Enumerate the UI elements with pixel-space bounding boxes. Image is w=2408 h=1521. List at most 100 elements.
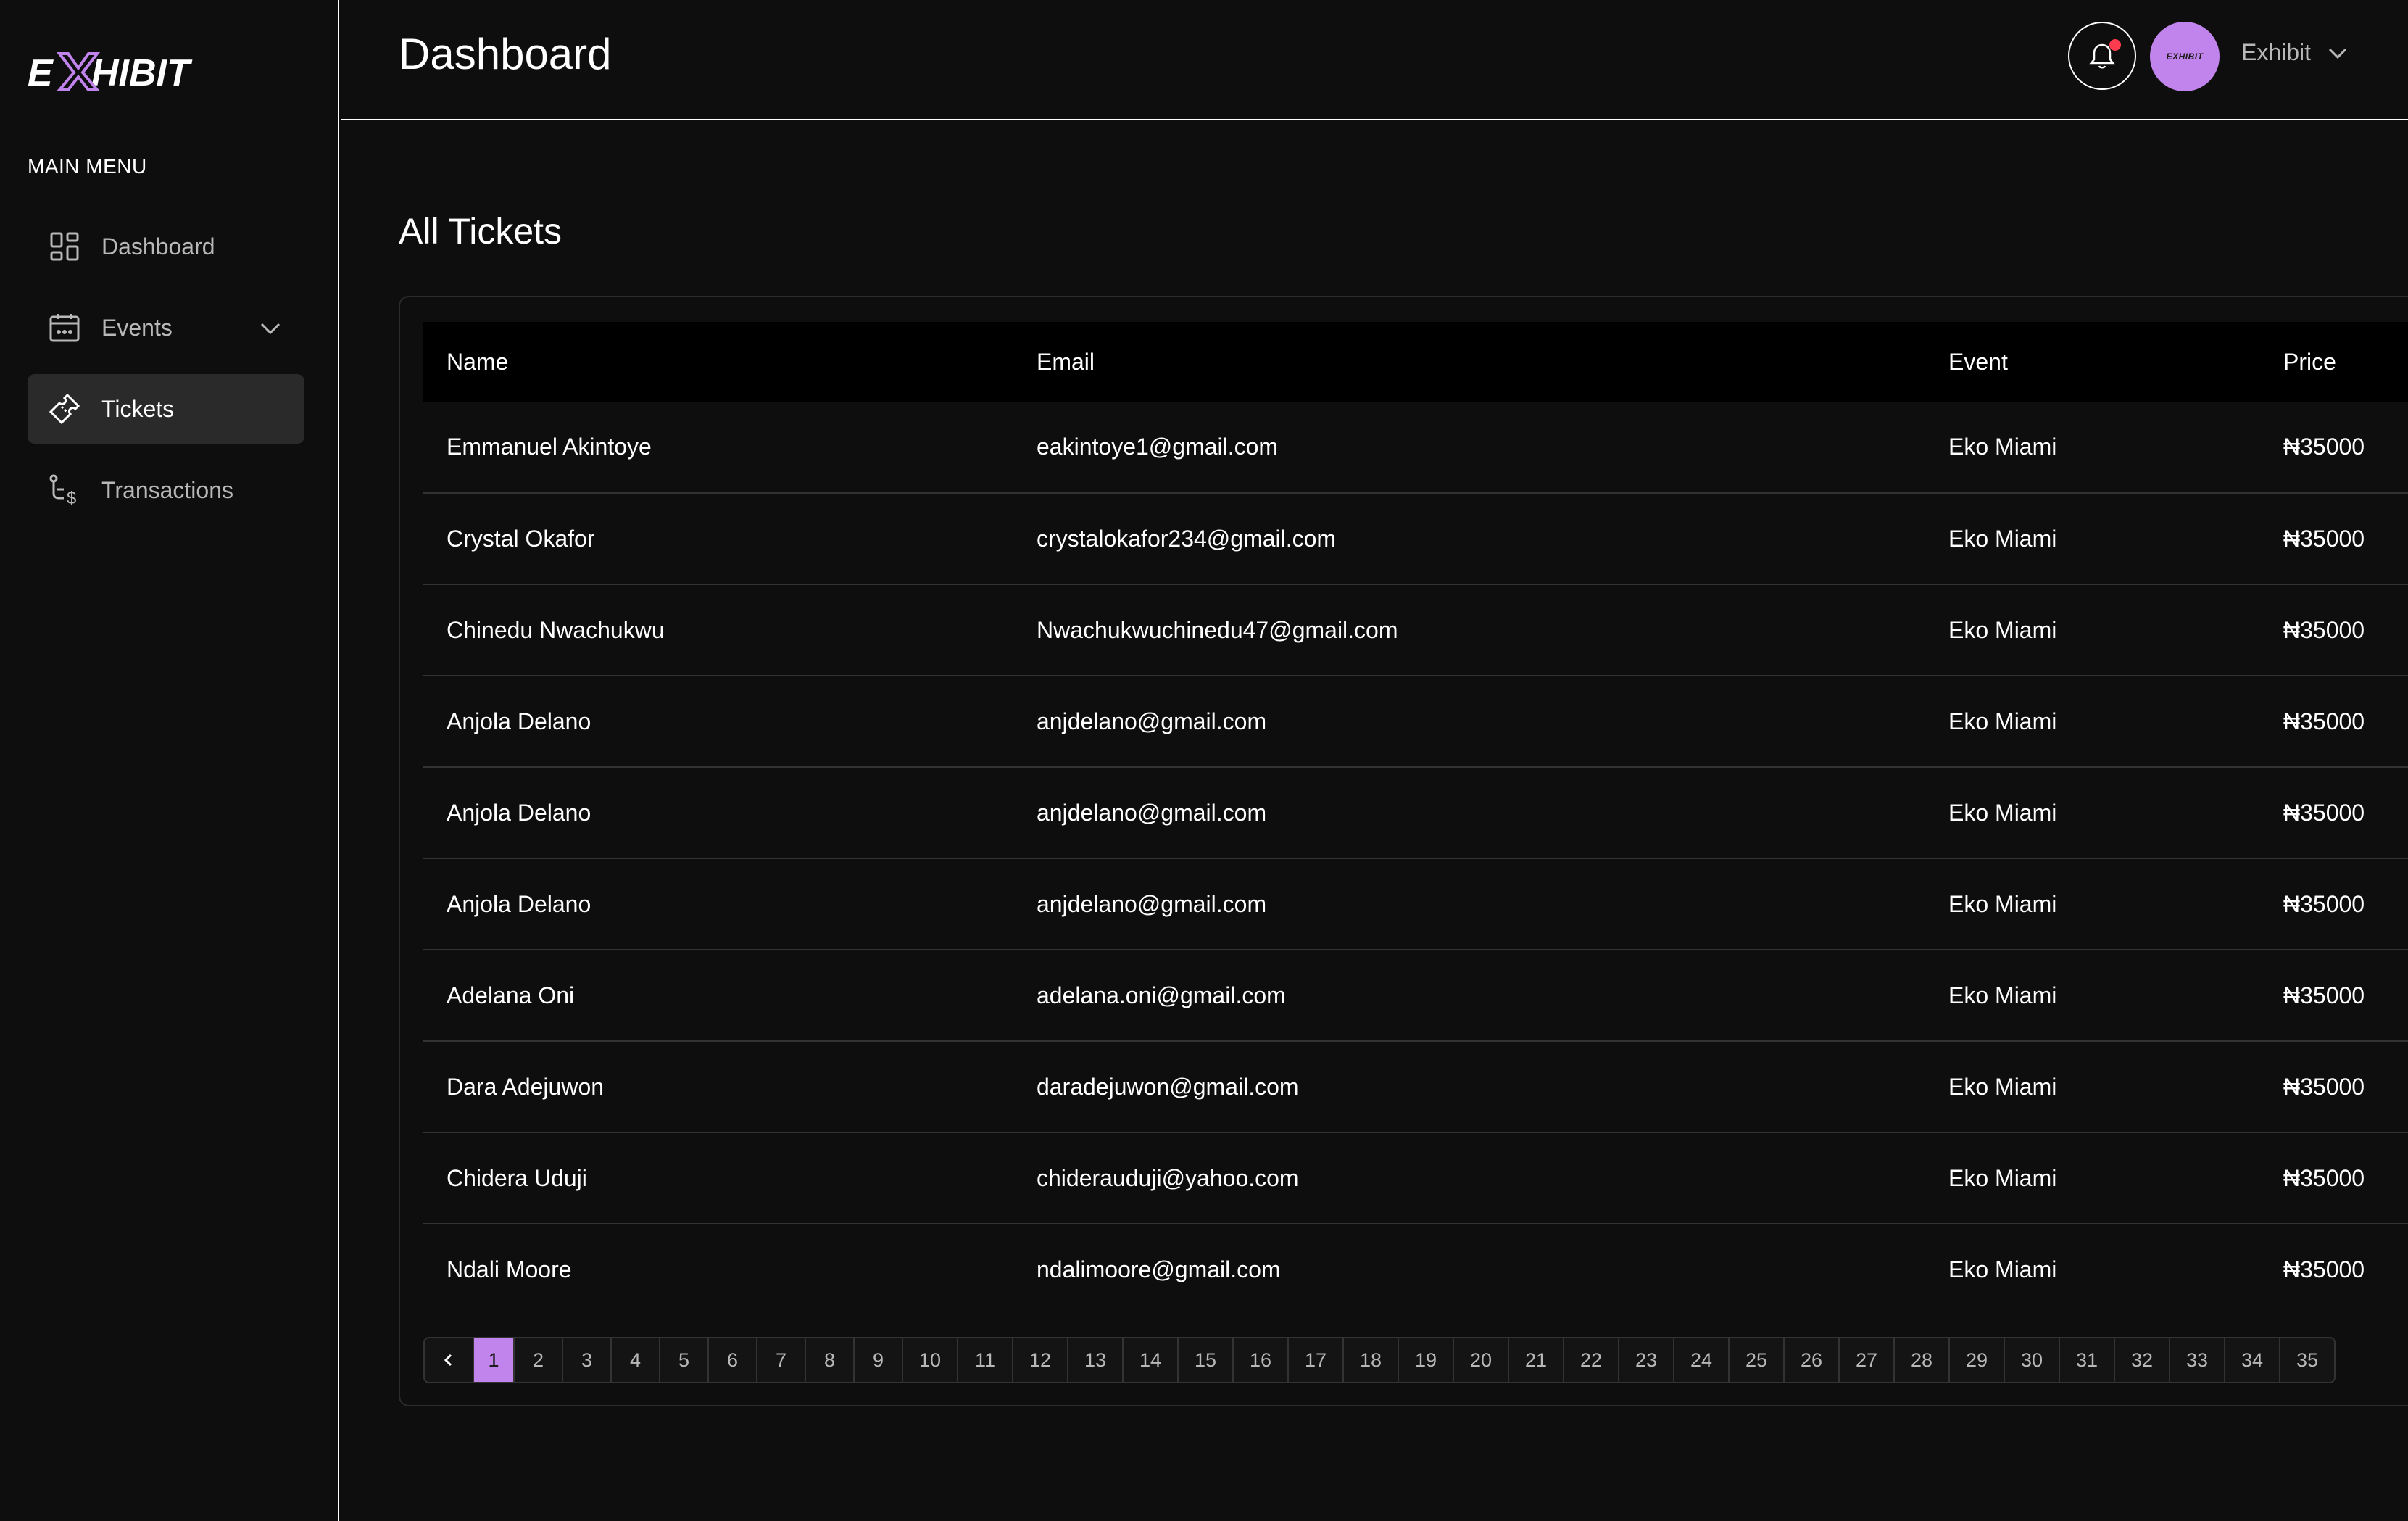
page-button-9[interactable]: 9: [853, 1338, 902, 1382]
page-button-24[interactable]: 24: [1673, 1338, 1728, 1382]
exhibit-logo[interactable]: E HIBIT: [28, 49, 238, 93]
sidebar-item-label: Dashboard: [101, 233, 215, 260]
sidebar-item-dashboard[interactable]: Dashboard: [28, 212, 304, 281]
cell-email: anjdelano@gmail.com: [1013, 767, 1925, 859]
sidebar-item-label: Events: [101, 314, 173, 341]
page-button-22[interactable]: 22: [1563, 1338, 1618, 1382]
page-button-6[interactable]: 6: [707, 1338, 756, 1382]
column-header-name[interactable]: Name: [423, 322, 1013, 402]
table-row[interactable]: Chidera Uduji chiderauduji@yahoo.com Eko…: [423, 1132, 2408, 1224]
cell-event: Eko Miami: [1925, 584, 2260, 676]
sidebar-item-events[interactable]: Events: [28, 293, 304, 362]
table-row[interactable]: Anjola Delano anjdelano@gmail.com Eko Mi…: [423, 676, 2408, 768]
page-button-16[interactable]: 16: [1232, 1338, 1287, 1382]
cell-price: ₦35000: [2260, 858, 2408, 950]
grid-icon: [48, 230, 81, 263]
cell-event: Eko Miami: [1925, 1132, 2260, 1224]
page-button-5[interactable]: 5: [659, 1338, 707, 1382]
tickets-table: Name Email Event Price Emmanuel Akintoye…: [423, 322, 2408, 1315]
page-button-28[interactable]: 28: [1893, 1338, 1948, 1382]
page-button-18[interactable]: 18: [1342, 1338, 1398, 1382]
page-button-29[interactable]: 29: [1948, 1338, 2004, 1382]
page-button-12[interactable]: 12: [1012, 1338, 1067, 1382]
cell-name: Crystal Okafor: [423, 493, 1013, 585]
previous-page-button[interactable]: [425, 1338, 473, 1382]
page-title: Dashboard: [399, 30, 612, 78]
user-name: Exhibit: [2241, 39, 2312, 65]
cell-email: eakintoye1@gmail.com: [1013, 402, 1925, 494]
page-button-35[interactable]: 35: [2279, 1338, 2334, 1382]
sidebar-item-label: Transactions: [101, 476, 233, 503]
page-button-4[interactable]: 4: [610, 1338, 659, 1382]
cell-name: Adelana Oni: [423, 950, 1013, 1042]
cell-price: ₦35000: [2283, 1256, 2365, 1282]
cell-event: Eko Miami: [1925, 1041, 2260, 1133]
page-button-8[interactable]: 8: [805, 1338, 853, 1382]
page-button-26[interactable]: 26: [1783, 1338, 1838, 1382]
avatar-logo-text: EXHIBIT: [2166, 51, 2204, 62]
table-row[interactable]: Emmanuel Akintoye eakintoye1@gmail.com E…: [423, 402, 2408, 494]
column-header-price[interactable]: Price: [2260, 322, 2408, 402]
user-menu-dropdown[interactable]: Exhibit: [2241, 39, 2349, 66]
sidebar-item-tickets[interactable]: Tickets: [28, 374, 304, 444]
pagination: 1 2 3 4 5 6 7 8 9 10 11 12 13 14 15 16 1…: [423, 1337, 2336, 1383]
section-title: All Tickets: [399, 211, 562, 252]
chevron-down-icon[interactable]: [258, 316, 283, 341]
page-button-13[interactable]: 13: [1067, 1338, 1122, 1382]
cell-price: ₦35000: [2260, 584, 2408, 676]
table-header-row: Name Email Event Price: [423, 322, 2408, 402]
page-button-17[interactable]: 17: [1287, 1338, 1342, 1382]
column-header-email[interactable]: Email: [1013, 322, 1925, 402]
cell-email: anjdelano@gmail.com: [1013, 858, 1925, 950]
page-button-14[interactable]: 14: [1122, 1338, 1177, 1382]
page-button-11[interactable]: 11: [957, 1338, 1012, 1382]
cell-event: Eko Miami: [1948, 1256, 2057, 1282]
sidebar-item-transactions[interactable]: $ Transactions: [28, 455, 304, 525]
page-button-25[interactable]: 25: [1728, 1338, 1783, 1382]
cell-email: adelana.oni@gmail.com: [1013, 950, 1925, 1042]
cell-price: ₦35000: [2260, 950, 2408, 1042]
cell-name: Chinedu Nwachukwu: [423, 584, 1013, 676]
table-row[interactable]: Anjola Delano anjdelano@gmail.com Eko Mi…: [423, 767, 2408, 859]
cell-name: Ndali Moore: [447, 1256, 572, 1282]
page-button-20[interactable]: 20: [1453, 1338, 1508, 1382]
page-button-7[interactable]: 7: [756, 1338, 805, 1382]
page-button-27[interactable]: 27: [1838, 1338, 1893, 1382]
ticket-icon: [48, 392, 81, 426]
page-button-21[interactable]: 21: [1508, 1338, 1563, 1382]
page-button-32[interactable]: 32: [2114, 1338, 2169, 1382]
page-button-23[interactable]: 23: [1618, 1338, 1673, 1382]
table-row[interactable]: Dara Adejuwon daradejuwon@gmail.com Eko …: [423, 1041, 2408, 1133]
page-button-10[interactable]: 10: [902, 1338, 957, 1382]
notification-dot: [2109, 39, 2121, 51]
tickets-card: Name Email Event Price Emmanuel Akintoye…: [399, 296, 2408, 1406]
page-button-19[interactable]: 19: [1398, 1338, 1453, 1382]
table-row[interactable]: Ndali Moore ndalimoore@gmail.com Eko Mia…: [423, 1224, 2408, 1315]
notifications-button[interactable]: [2068, 22, 2136, 90]
cell-price: ₦35000: [2260, 493, 2408, 585]
table-row[interactable]: Anjola Delano anjdelano@gmail.com Eko Mi…: [423, 858, 2408, 950]
cell-event: Eko Miami: [1925, 402, 2260, 494]
cell-name: Anjola Delano: [423, 676, 1013, 768]
column-header-event[interactable]: Event: [1925, 322, 2260, 402]
page-button-15[interactable]: 15: [1177, 1338, 1232, 1382]
cell-price: ₦35000: [2260, 402, 2408, 494]
cell-price: ₦35000: [2260, 1041, 2408, 1133]
page-button-1[interactable]: 1: [473, 1338, 513, 1382]
cell-event: Eko Miami: [1925, 493, 2260, 585]
table-row[interactable]: Adelana Oni adelana.oni@gmail.com Eko Mi…: [423, 950, 2408, 1042]
page-button-2[interactable]: 2: [513, 1338, 562, 1382]
page-button-33[interactable]: 33: [2169, 1338, 2224, 1382]
cell-email: Nwachukwuchinedu47@gmail.com: [1013, 584, 1925, 676]
page-button-34[interactable]: 34: [2224, 1338, 2279, 1382]
chevron-left-icon: [444, 1354, 452, 1367]
table-row[interactable]: Chinedu Nwachukwu Nwachukwuchinedu47@gma…: [423, 584, 2408, 676]
avatar[interactable]: EXHIBIT: [2150, 22, 2220, 91]
page-button-31[interactable]: 31: [2059, 1338, 2114, 1382]
table-row[interactable]: Crystal Okafor crystalokafor234@gmail.co…: [423, 493, 2408, 585]
cell-email: chiderauduji@yahoo.com: [1013, 1132, 1925, 1224]
page-button-3[interactable]: 3: [562, 1338, 610, 1382]
cell-name: Anjola Delano: [423, 767, 1013, 859]
page-button-30[interactable]: 30: [2004, 1338, 2059, 1382]
cell-event: Eko Miami: [1925, 767, 2260, 859]
